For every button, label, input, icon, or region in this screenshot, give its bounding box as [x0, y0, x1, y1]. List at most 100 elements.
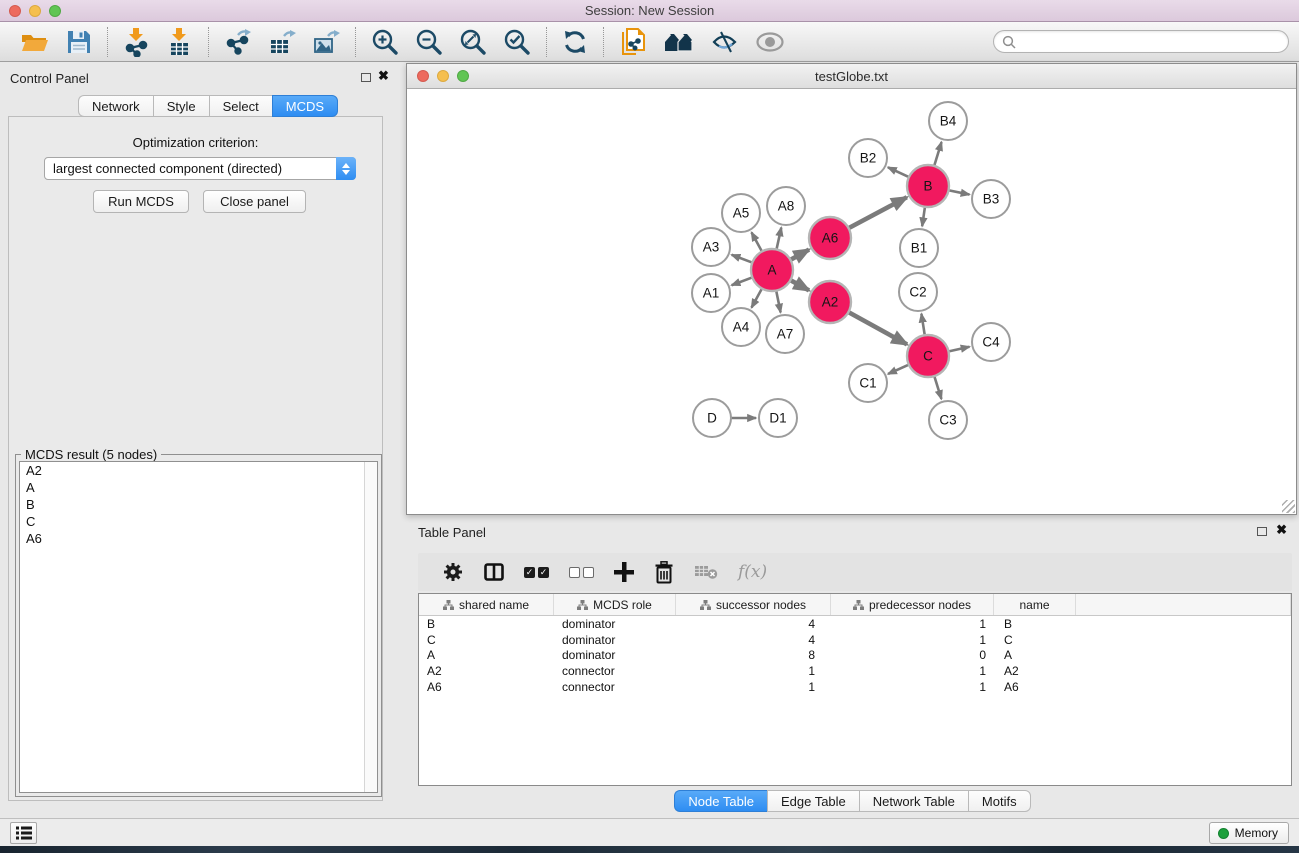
graph-edge-C-C1[interactable]	[888, 364, 911, 374]
table-settings-button[interactable]	[432, 555, 474, 589]
delete-table-button[interactable]	[684, 555, 728, 589]
network-window-titlebar[interactable]: testGlobe.txt	[407, 64, 1296, 89]
graph-edge-A-A2[interactable]	[789, 279, 809, 290]
open-file-button[interactable]	[12, 25, 58, 59]
cell[interactable]: 1	[831, 617, 994, 631]
mcds-result-item[interactable]: A2	[20, 462, 377, 479]
tab-motifs[interactable]: Motifs	[968, 790, 1031, 812]
graph-edge-A6-B[interactable]	[847, 197, 907, 229]
table-row-A[interactable]: Adominator80A	[419, 647, 1291, 663]
mcds-result-item[interactable]: A6	[20, 530, 377, 547]
close-table-panel-icon[interactable]: ✖	[1276, 525, 1287, 535]
column-header-predecessor-nodes[interactable]: predecessor nodes	[831, 594, 994, 615]
graph-edge-A2-C[interactable]	[847, 311, 907, 344]
cell[interactable]: 4	[676, 617, 831, 631]
import-table-button[interactable]	[158, 25, 201, 59]
graph-edge-B-B1[interactable]	[922, 205, 925, 226]
export-network-button[interactable]	[216, 25, 260, 59]
graph-edge-C-C4[interactable]	[947, 347, 970, 352]
node-table[interactable]: shared nameMCDS rolesuccessor nodesprede…	[418, 593, 1292, 786]
graph-edge-B-B3[interactable]	[947, 190, 970, 195]
tab-network[interactable]: Network	[78, 95, 153, 117]
table-row-A6[interactable]: A6connector11A6	[419, 679, 1291, 695]
resize-grip[interactable]	[1282, 500, 1295, 513]
graph-edge-A-A7[interactable]	[776, 289, 781, 313]
float-table-panel-icon[interactable]	[1257, 527, 1267, 536]
column-header-shared-name[interactable]: shared name	[419, 594, 554, 615]
export-image-button[interactable]	[304, 25, 348, 59]
float-panel-icon[interactable]	[361, 73, 371, 82]
zoom-in-button[interactable]	[363, 25, 407, 59]
function-builder-button[interactable]: f(x)	[728, 555, 777, 589]
run-mcds-button[interactable]: Run MCDS	[93, 190, 189, 213]
graph-edge-A-A4[interactable]	[752, 287, 763, 308]
tab-mcds[interactable]: MCDS	[272, 95, 338, 117]
tab-edge-table[interactable]: Edge Table	[767, 790, 859, 812]
cell[interactable]: 1	[831, 680, 994, 694]
tab-select[interactable]: Select	[209, 95, 272, 117]
scrollbar-track[interactable]	[364, 462, 377, 792]
zoom-selected-button[interactable]	[495, 25, 539, 59]
cell[interactable]: 0	[831, 648, 994, 662]
tab-node-table[interactable]: Node Table	[674, 790, 767, 812]
cell[interactable]: 4	[676, 633, 831, 647]
select-all-button[interactable]: ✓✓	[514, 555, 559, 589]
memory-button[interactable]: Memory	[1209, 822, 1289, 844]
zoom-fit-button[interactable]	[451, 25, 495, 59]
cell[interactable]: B	[994, 617, 1076, 631]
cell[interactable]: 1	[831, 633, 994, 647]
add-row-button[interactable]	[604, 555, 644, 589]
graph-edge-A-A5[interactable]	[752, 232, 763, 253]
search-input[interactable]	[1021, 34, 1280, 49]
cell[interactable]: 1	[676, 680, 831, 694]
column-header-name[interactable]: name	[994, 594, 1076, 615]
cell[interactable]: A	[419, 648, 554, 662]
home-view-button[interactable]	[655, 25, 703, 59]
table-row-B[interactable]: Bdominator41B	[419, 616, 1291, 632]
graph-edge-B-B4[interactable]	[934, 142, 942, 168]
cell[interactable]: 1	[676, 664, 831, 678]
task-history-button[interactable]	[10, 822, 37, 844]
graph-edge-A-A1[interactable]	[732, 277, 755, 286]
graph-edge-C-C3[interactable]	[934, 374, 942, 399]
cell[interactable]: B	[419, 617, 554, 631]
criterion-select[interactable]: largest connected component (directed)	[44, 157, 356, 180]
graph-edge-B-B2[interactable]	[888, 167, 911, 178]
zoom-out-button[interactable]	[407, 25, 451, 59]
toggle-column-button[interactable]	[474, 555, 514, 589]
column-header-successor-nodes[interactable]: successor nodes	[676, 594, 831, 615]
deselect-all-button[interactable]	[559, 555, 604, 589]
mcds-result-item[interactable]: A	[20, 479, 377, 496]
save-session-button[interactable]	[58, 25, 100, 59]
apply-style-button[interactable]	[703, 25, 747, 59]
close-panel-button[interactable]: Close panel	[203, 190, 306, 213]
table-row-A2[interactable]: A2connector11A2	[419, 663, 1291, 679]
mcds-result-list[interactable]: A2ABCA6	[19, 461, 378, 793]
cell[interactable]: A2	[994, 664, 1076, 678]
delete-row-button[interactable]	[644, 555, 684, 589]
cell[interactable]: A2	[419, 664, 554, 678]
tab-network-table[interactable]: Network Table	[859, 790, 968, 812]
hide-show-button[interactable]	[747, 25, 793, 59]
network-canvas[interactable]: B4B2BB3A8A5A6B1A3AA1C2A2A4A7C4CC1C3DD1	[407, 89, 1296, 514]
graph-edge-A-A8[interactable]	[776, 227, 781, 251]
cell[interactable]: dominator	[554, 617, 676, 631]
mcds-result-item[interactable]: B	[20, 496, 377, 513]
cell[interactable]: 1	[831, 664, 994, 678]
graph-edge-A-A6[interactable]	[789, 250, 809, 261]
cell[interactable]: A6	[994, 680, 1076, 694]
cell[interactable]: connector	[554, 664, 676, 678]
clone-network-button[interactable]	[611, 25, 655, 59]
import-network-button[interactable]	[115, 25, 158, 59]
graph-edge-C-C2[interactable]	[921, 314, 925, 337]
table-row-C[interactable]: Cdominator41C	[419, 632, 1291, 648]
cell[interactable]: C	[419, 633, 554, 647]
cell[interactable]: 8	[676, 648, 831, 662]
column-header-mcds-role[interactable]: MCDS role	[554, 594, 676, 615]
refresh-button[interactable]	[554, 25, 596, 59]
close-panel-icon[interactable]: ✖	[378, 71, 389, 81]
cell[interactable]: dominator	[554, 633, 676, 647]
export-table-button[interactable]	[260, 25, 304, 59]
search-field[interactable]	[993, 30, 1289, 53]
cell[interactable]: connector	[554, 680, 676, 694]
